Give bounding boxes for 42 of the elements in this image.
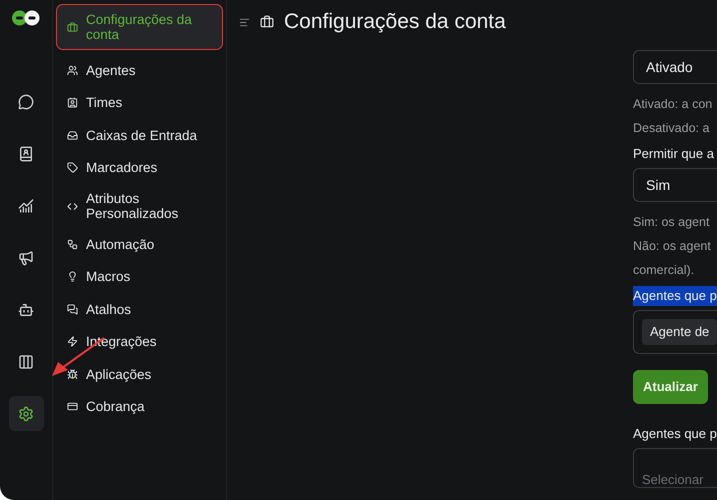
sidebar-item[interactable]: Atributos Personalizados — [57, 184, 222, 228]
field-label: Agentes que p — [633, 286, 717, 306]
team-icon — [67, 97, 78, 108]
multiselect-field[interactable]: Agente de — [633, 310, 717, 354]
sidebar-item[interactable]: Automação — [57, 228, 222, 260]
tag-icon — [67, 162, 78, 174]
menu-icon[interactable] — [239, 16, 250, 28]
hint-text: comercial). — [633, 262, 696, 278]
briefcase-icon — [260, 15, 274, 29]
workflow-icon — [67, 238, 78, 250]
hint-text: Desativado: a — [633, 120, 710, 136]
sidebar-item[interactable]: Caixas de Entrada — [57, 119, 222, 152]
bulb-icon — [67, 271, 78, 282]
hint-text: Ativado: a con — [633, 96, 714, 112]
briefcase-icon — [67, 22, 78, 32]
bug-icon — [67, 368, 78, 380]
bolt-icon — [67, 336, 78, 348]
multiselect-field[interactable]: Selecionar — [633, 448, 717, 488]
sidebar-item[interactable]: Agentes — [57, 54, 222, 86]
page-title: Configurações da conta — [284, 9, 506, 36]
hint-text: Sim: os agent — [633, 214, 710, 230]
card-icon — [67, 401, 78, 412]
hint-text: Não: os agent — [633, 238, 712, 254]
logo-icon — [12, 10, 40, 26]
chat-bubbles-icon — [67, 304, 78, 315]
field-label: Agentes que p — [633, 425, 717, 443]
field-label: Permitir que a — [633, 145, 715, 163]
sidebar-item[interactable]: Atalhos — [57, 293, 222, 326]
update-button[interactable]: Atualizar — [633, 370, 708, 404]
sidebar-item[interactable]: Aplicações — [57, 358, 222, 390]
settings-icon[interactable] — [8, 396, 44, 431]
select-field[interactable]: Ativado — [633, 50, 717, 84]
sidebar-item[interactable]: Times — [57, 86, 222, 119]
sidebar-item[interactable]: Marcadores — [57, 152, 222, 184]
code-icon — [67, 200, 78, 212]
inbox-icon — [67, 130, 78, 141]
sidebar-item[interactable]: Macros — [57, 260, 222, 293]
users-icon — [67, 64, 78, 76]
sidebar-item[interactable]: Configurações da conta — [57, 5, 222, 49]
select-field[interactable]: Sim — [633, 168, 717, 202]
agent-tag: Agente de — [642, 319, 717, 345]
sidebar-item[interactable]: Cobrança — [57, 390, 222, 423]
